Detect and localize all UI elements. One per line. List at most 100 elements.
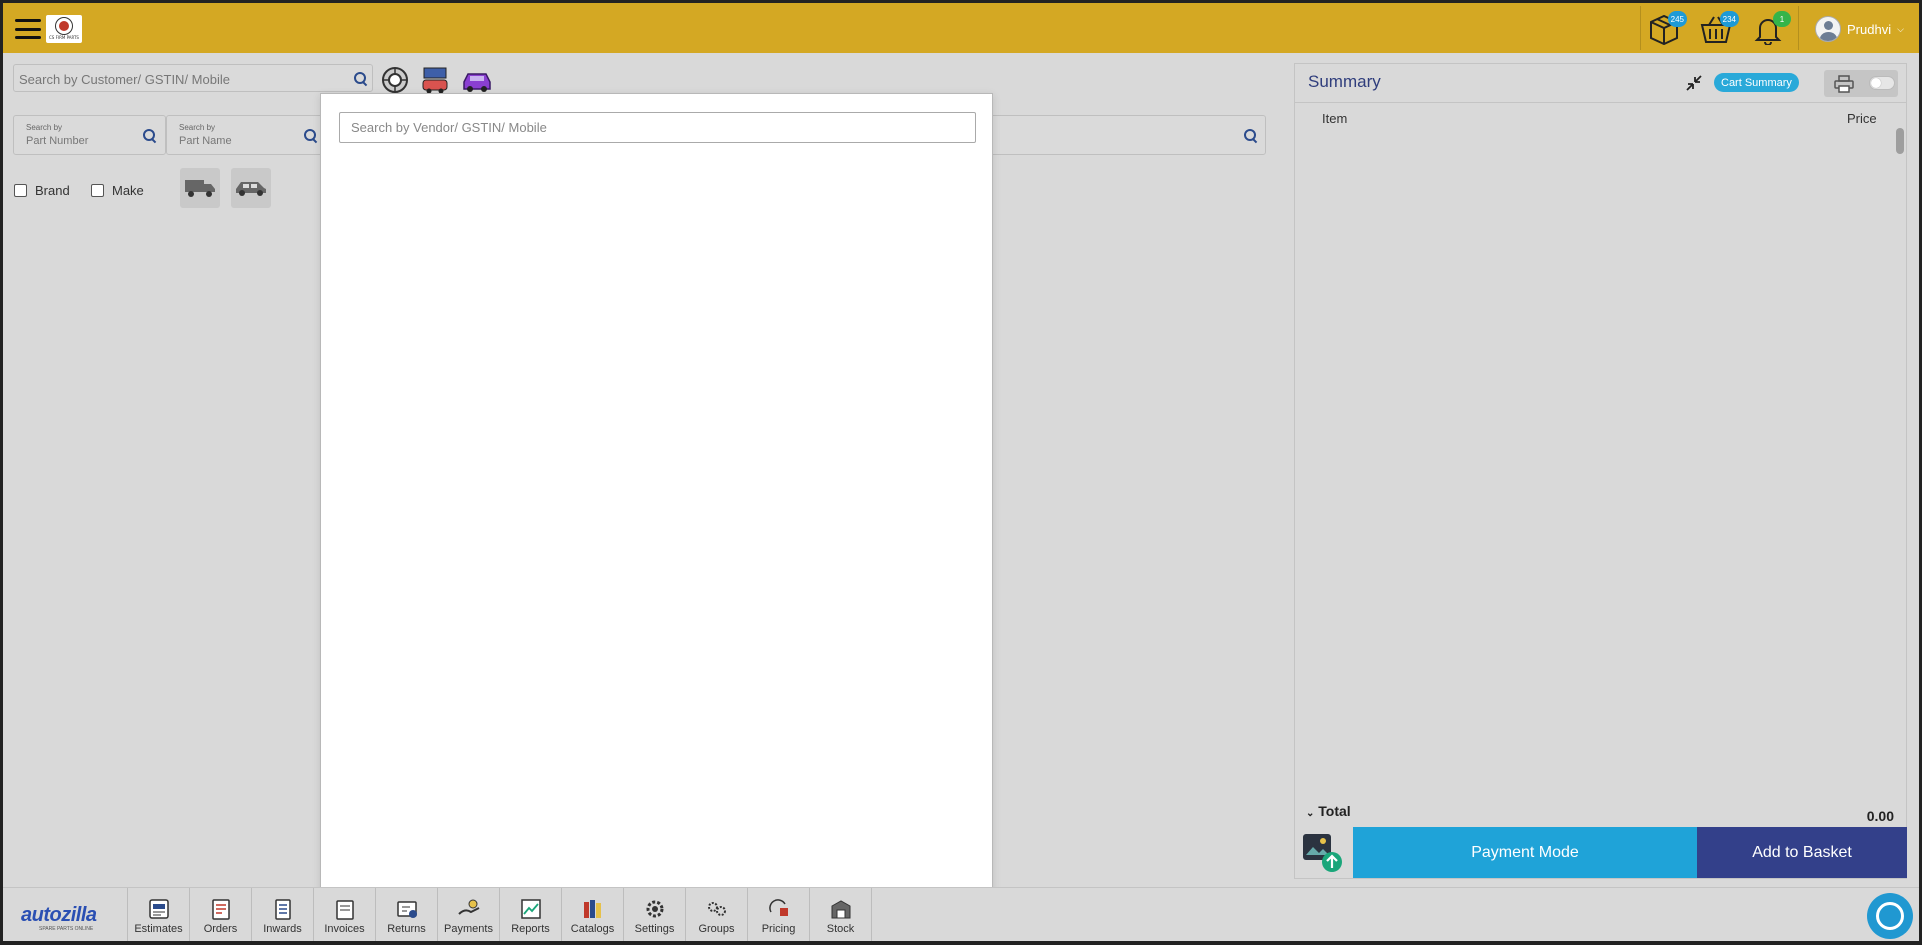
brand-checkbox[interactable]: Brand [14,183,70,198]
summary-panel: Summary Cart Summary Item Price ⌄ Total … [1294,63,1907,879]
nav-label: Payments [444,923,493,935]
notification-count-badge: 1 [1773,11,1791,27]
package-count-badge: 245 [1667,11,1687,27]
catalogs-icon [583,900,601,918]
invoices-icon [335,900,354,920]
nav-label: Reports [511,923,550,935]
cart-summary-button[interactable]: Cart Summary [1714,73,1799,92]
nav-returns[interactable]: Returns [376,888,438,941]
part-number-placeholder: Part Number [26,135,89,147]
vendor-search-placeholder: Search by Vendor/ GSTIN/ Mobile [351,120,547,135]
total-toggle[interactable]: ⌄ Total [1306,803,1351,819]
reports-icon [520,899,541,919]
nav-orders[interactable]: Orders [190,888,252,941]
nav-payments[interactable]: Payments [438,888,500,941]
nav-label: Returns [387,923,426,935]
groups-icon [707,902,726,916]
nav-settings[interactable]: Settings [624,888,686,941]
nav-stock[interactable]: Stock [810,888,872,941]
nav-label: Estimates [134,923,183,935]
user-name: Prudhvi [1847,21,1892,37]
nav-label: Pricing [761,923,796,935]
returns-icon [396,901,417,918]
payment-mode-button[interactable]: Payment Mode [1353,827,1697,878]
brand-logo[interactable]: autozilla [21,904,97,927]
nav-estimates[interactable]: Estimates [128,888,190,941]
gear-icon [646,900,663,918]
nav-label: Inwards [263,923,302,935]
mechanic-icon[interactable] [421,66,449,94]
printer-icon[interactable] [1834,75,1854,93]
stock-icon [831,900,850,919]
chat-support-button[interactable] [1867,893,1913,939]
item-column-header: Item [1322,111,1348,126]
total-value: 0.00 [1866,808,1894,824]
nav-catalogs[interactable]: Catalogs [562,888,624,941]
car-filter-button[interactable] [231,168,271,208]
nav-pricing[interactable]: Pricing [748,888,810,941]
orders-icon [211,899,230,920]
brand-tagline: SPARE PARTS ONLINE [39,926,94,932]
truck-icon [185,180,215,197]
make-label: Make [112,183,144,198]
nav-invoices[interactable]: Invoices [314,888,376,941]
menu-icon[interactable] [15,19,41,39]
divider [1640,6,1641,50]
avatar [1815,16,1841,42]
collapse-icon[interactable] [1685,74,1703,92]
estimates-icon [148,899,169,919]
part-name-label: Search by [179,123,216,132]
upload-image-icon[interactable] [1302,833,1344,873]
bell-icon[interactable]: 1 [1751,11,1791,46]
user-menu[interactable]: Prudhvi ⌵ [1815,16,1904,42]
search-icon[interactable] [354,72,368,86]
summary-header: Summary Cart Summary [1295,64,1906,103]
part-number-label: Search by [26,123,63,132]
car-icon [236,182,266,196]
payments-icon [457,899,479,915]
brand-label: Brand [35,183,70,198]
nav-label: Groups [698,923,735,935]
chevron-down-icon: ⌵ [1897,23,1904,34]
total-label: Total [1318,803,1351,819]
bottom-nav: autozilla SPARE PARTS ONLINE Estimates O… [3,887,1919,941]
checkbox-box[interactable] [14,184,27,197]
company-logo[interactable]: CS FIRM PARTS [46,15,82,43]
logo-text: CS FIRM PARTS [49,35,79,40]
package-icon[interactable]: 245 [1647,11,1687,46]
divider [1798,6,1799,50]
nav-label: Catalogs [570,923,615,935]
price-column-header: Price [1847,111,1877,126]
pricing-icon [768,899,788,916]
scrollbar[interactable] [1896,128,1904,154]
search-icon[interactable] [143,129,157,143]
nav-label: Invoices [324,923,365,935]
chevron-down-icon: ⌄ [1306,808,1315,819]
nav-groups[interactable]: Groups [686,888,748,941]
basket-icon[interactable]: 234 [1699,11,1739,45]
basket-count-badge: 234 [1719,11,1739,27]
add-to-basket-button[interactable]: Add to Basket [1697,827,1907,878]
customer-search-input[interactable]: Search by Customer/ GSTIN/ Mobile [13,64,373,92]
print-controls [1824,70,1898,97]
print-toggle[interactable] [1869,76,1895,90]
search-icon[interactable] [304,129,318,143]
tyre-icon[interactable] [381,66,409,94]
part-number-search[interactable]: Search by Part Number [13,115,166,155]
vendor-search-modal: Search by Vendor/ GSTIN/ Mobile [320,93,993,906]
car-icon[interactable] [461,68,493,94]
customer-search-placeholder: Search by Customer/ GSTIN/ Mobile [19,72,230,87]
search-icon[interactable] [1244,129,1258,143]
part-name-placeholder: Part Name [179,135,232,147]
nav-label: Settings [634,923,675,935]
nav-reports[interactable]: Reports [500,888,562,941]
nav-label: Stock [826,923,855,935]
top-bar: CS FIRM PARTS 245 234 1 Prudhvi ⌵ [3,3,1919,53]
inwards-icon [274,899,291,920]
vendor-search-input[interactable]: Search by Vendor/ GSTIN/ Mobile [339,112,976,143]
make-checkbox[interactable]: Make [91,183,144,198]
nav-inwards[interactable]: Inwards [252,888,314,941]
truck-filter-button[interactable] [180,168,220,208]
summary-title: Summary [1308,72,1381,91]
checkbox-box[interactable] [91,184,104,197]
